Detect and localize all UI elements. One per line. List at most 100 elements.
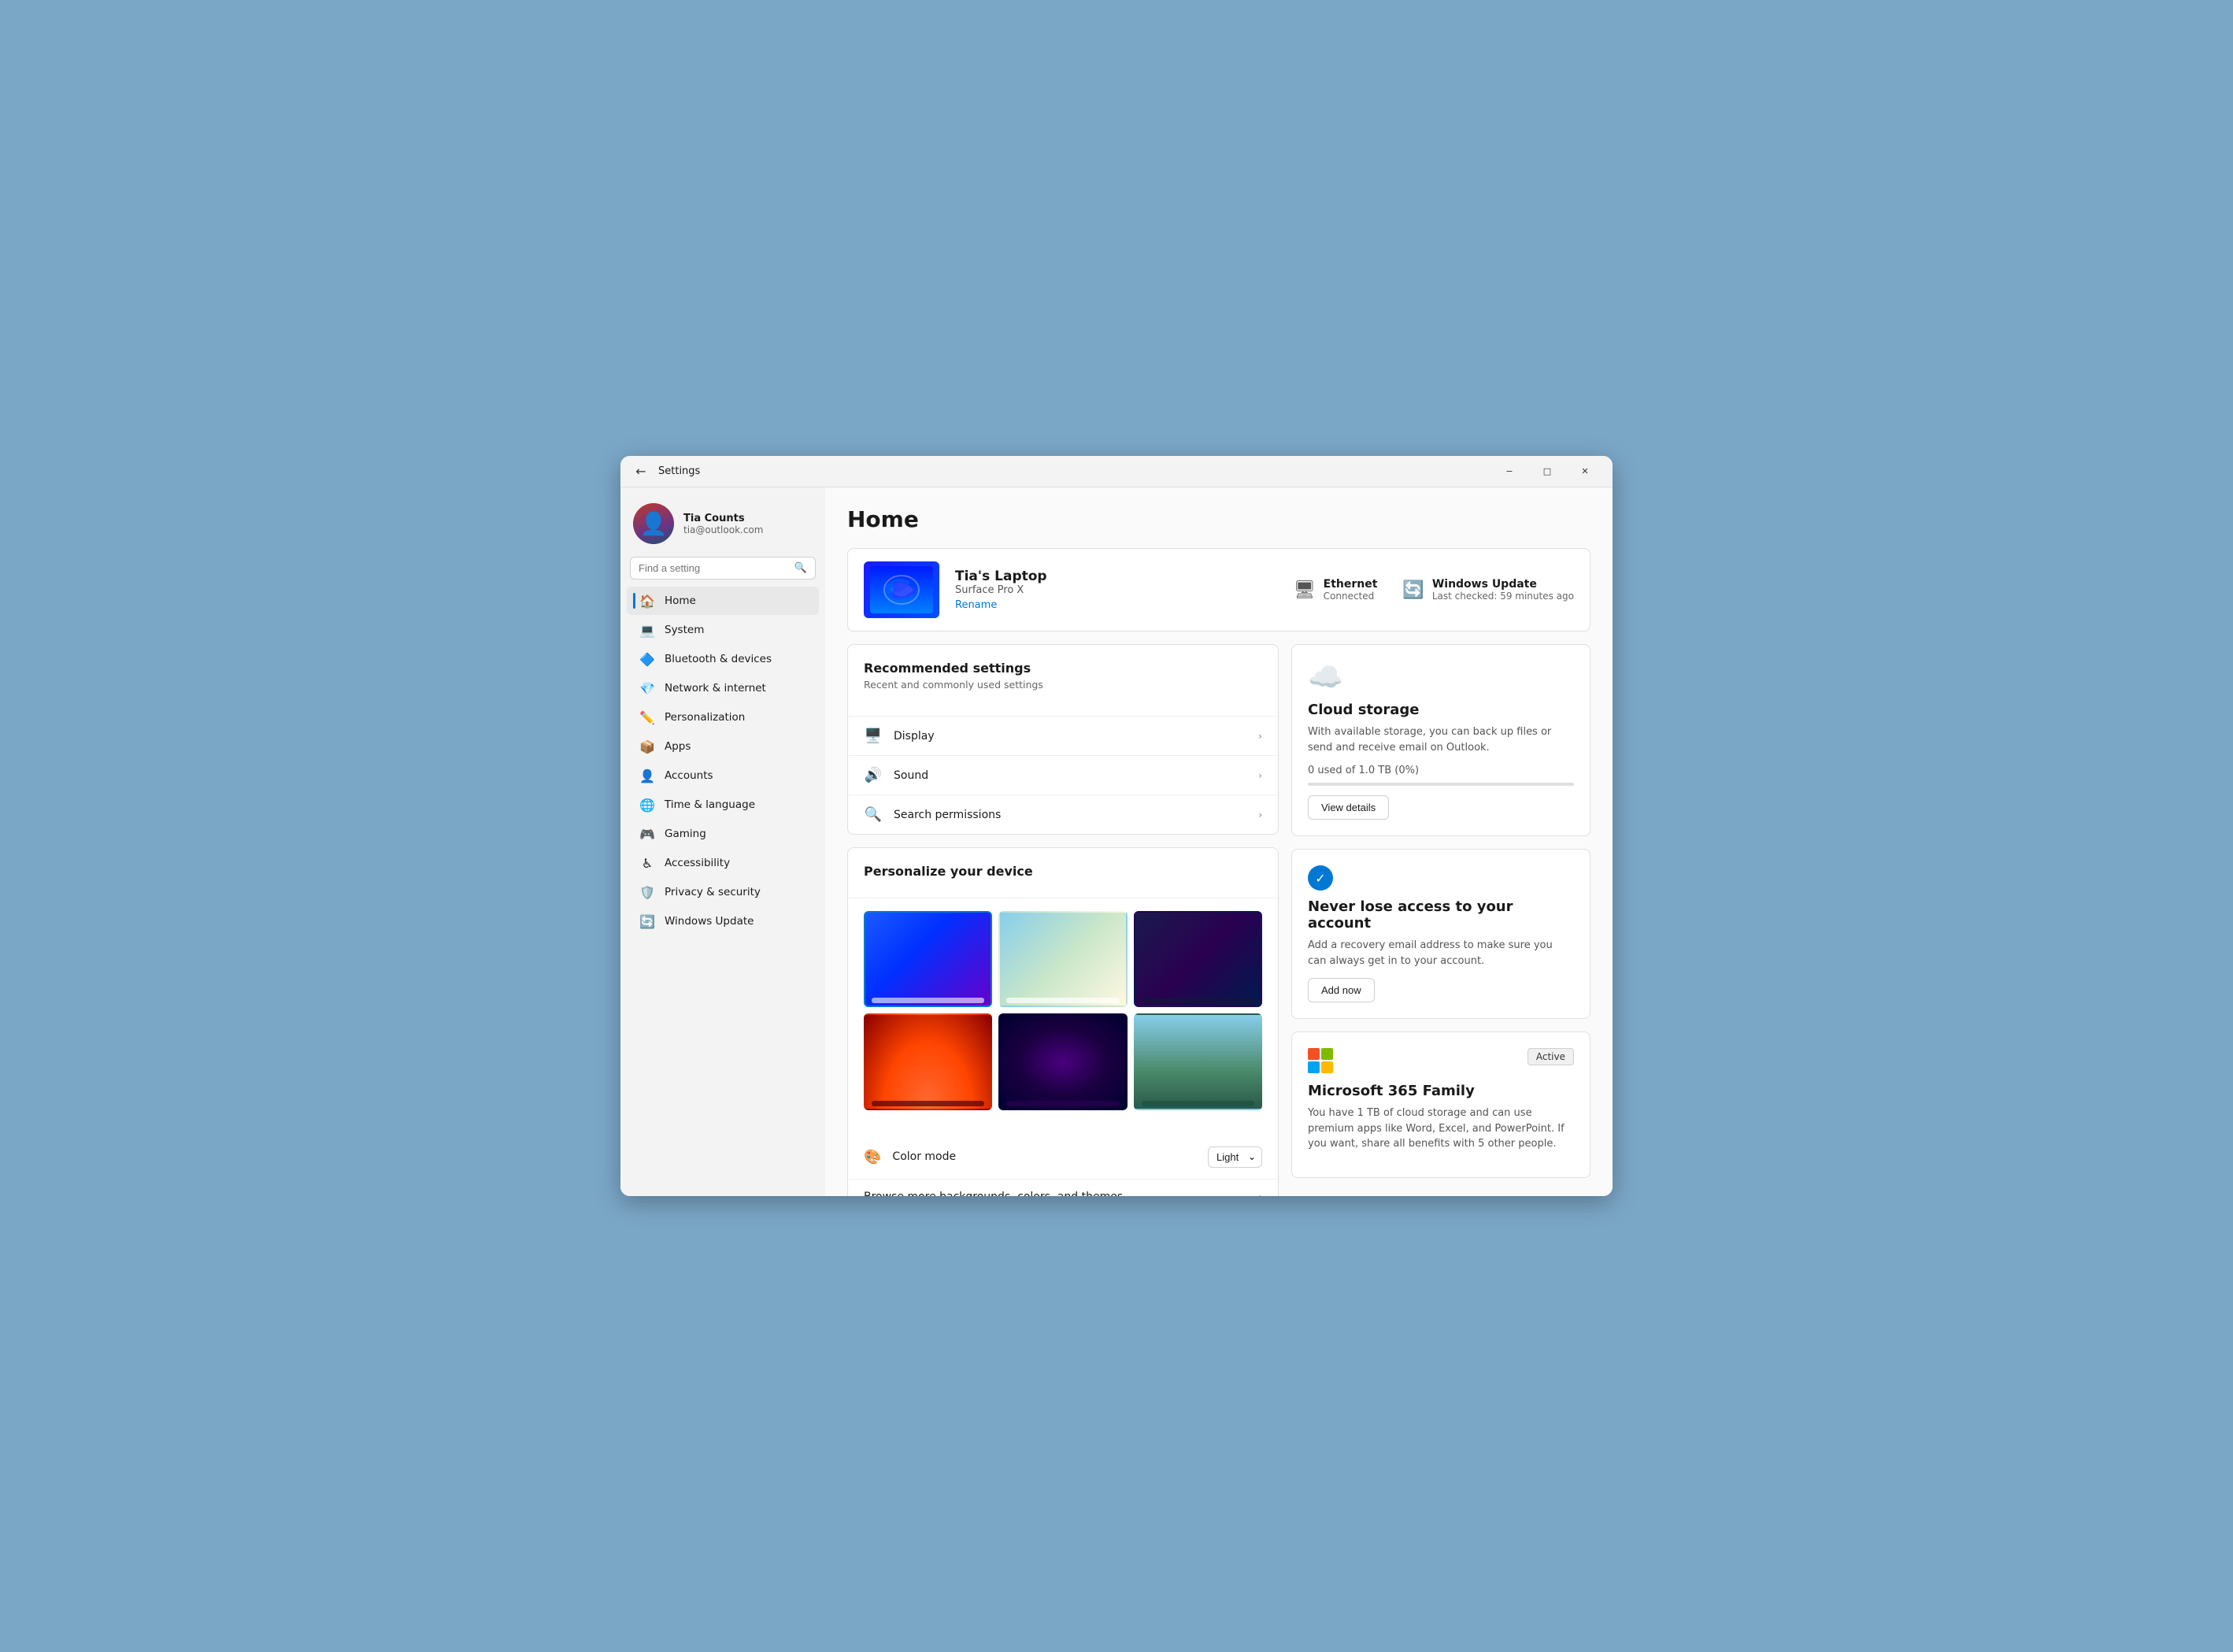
recommended-subtitle: Recent and commonly used settings — [864, 679, 1262, 691]
update-sublabel: Last checked: 59 minutes ago — [1432, 591, 1574, 602]
shield-icon: ✓ — [1308, 865, 1333, 891]
home-label: Home — [665, 594, 696, 607]
theme-item-2[interactable] — [998, 911, 1127, 1007]
account-security-description: Add a recovery email address to make sur… — [1308, 938, 1574, 969]
taskbar-indicator-5 — [1006, 1101, 1119, 1106]
system-icon: 💻 — [639, 622, 655, 638]
time-icon: 🌐 — [639, 797, 655, 813]
cloud-storage-card: ☁️ Cloud storage With available storage,… — [1291, 644, 1591, 836]
sidebar-item-time[interactable]: 🌐 Time & language — [627, 791, 819, 819]
windows-update-status[interactable]: 🔄 Windows Update Last checked: 59 minute… — [1402, 578, 1574, 602]
ethernet-status[interactable]: 🖥 Ethernet Connected — [1294, 578, 1378, 602]
ms-logo — [1308, 1048, 1333, 1073]
taskbar-indicator-6 — [1142, 1101, 1254, 1106]
personalization-icon: ✏️ — [639, 709, 655, 725]
bluetooth-label: Bluetooth & devices — [665, 653, 772, 665]
accessibility-label: Accessibility — [665, 857, 730, 869]
sidebar-item-update[interactable]: 🔄 Windows Update — [627, 907, 819, 935]
storage-usage: 0 used of 1.0 TB (0%) — [1308, 765, 1574, 776]
sidebar-item-gaming[interactable]: 🎮 Gaming — [627, 820, 819, 848]
personalize-title: Personalize your device — [864, 864, 1262, 879]
theme-item-5[interactable] — [998, 1013, 1127, 1109]
theme-item-4[interactable] — [864, 1013, 992, 1109]
taskbar-indicator-4 — [872, 1101, 984, 1106]
theme-item-6[interactable] — [1134, 1013, 1262, 1109]
nav-list: 🏠 Home 💻 System 🔷Bluetooth & devices 💎 Network… — [620, 586, 825, 936]
search-input[interactable] — [639, 562, 788, 574]
device-model: Surface Pro X — [955, 584, 1278, 596]
sound-setting-row[interactable]: 🔊 Sound › — [848, 756, 1278, 795]
ethernet-sublabel: Connected — [1324, 591, 1378, 602]
main-content: Home Tia's Laptop — [825, 487, 1613, 1196]
view-details-button[interactable]: View details — [1308, 795, 1389, 820]
theme-item-3[interactable] — [1134, 911, 1262, 1007]
minimize-button[interactable]: − — [1491, 459, 1528, 484]
sidebar-item-network[interactable]: 💎 Network & internet — [627, 674, 819, 702]
device-status: 🖥 Ethernet Connected 🔄 Windows Update La… — [1294, 578, 1574, 602]
color-mode-row[interactable]: 🎨 Color mode Light Dark — [848, 1135, 1278, 1180]
taskbar-indicator-3 — [1142, 998, 1254, 1003]
content-area: Tia Counts tia@outlook.com 🔍 🏠 Home 💻 Syste… — [620, 487, 1613, 1196]
maximize-button[interactable]: □ — [1529, 459, 1565, 484]
browse-chevron: › — [1258, 1191, 1262, 1196]
network-icon: 💎 — [639, 680, 655, 696]
recommended-header: Recommended settings Recent and commonly… — [848, 645, 1278, 717]
user-info: Tia Counts tia@outlook.com — [683, 513, 763, 535]
color-mode-icon: 🎨 — [864, 1149, 881, 1165]
user-profile[interactable]: Tia Counts tia@outlook.com — [620, 497, 825, 557]
color-mode-select-wrapper[interactable]: Light Dark — [1208, 1146, 1262, 1168]
user-name: Tia Counts — [683, 513, 763, 524]
cloud-description: With available storage, you can back up … — [1308, 724, 1574, 755]
theme-grid-wrapper — [848, 898, 1278, 1135]
sidebar-item-home[interactable]: 🏠 Home — [627, 587, 819, 615]
update-icon: 🔄 — [639, 913, 655, 929]
update-label: Windows Update — [1432, 578, 1574, 591]
update-label: Windows Update — [665, 915, 754, 928]
add-now-button[interactable]: Add now — [1308, 978, 1375, 1002]
sidebar-item-system[interactable]: 💻 System — [627, 616, 819, 644]
active-accent — [633, 593, 635, 609]
home-icon: 🏠 — [639, 593, 655, 609]
device-name: Tia's Laptop — [955, 569, 1278, 584]
personalization-label: Personalization — [665, 711, 745, 724]
sidebar-item-accounts[interactable]: 👤Accounts — [627, 761, 819, 790]
search-icon: 🔍 — [794, 562, 807, 574]
search-box[interactable]: 🔍 — [630, 557, 816, 580]
gaming-icon: 🎮 — [639, 826, 655, 842]
browse-themes-row[interactable]: Browse more backgrounds, colors, and the… — [848, 1180, 1278, 1196]
sound-chevron: › — [1258, 770, 1262, 781]
device-rename[interactable]: Rename — [955, 599, 1278, 611]
device-thumbnail — [864, 561, 939, 618]
user-email: tia@outlook.com — [683, 524, 763, 535]
close-button[interactable]: ✕ — [1567, 459, 1603, 484]
sidebar-item-bluetooth[interactable]: 🔷Bluetooth & devices — [627, 645, 819, 673]
taskbar-indicator-2 — [1006, 998, 1119, 1003]
update-icon: 🔄 — [1402, 580, 1424, 600]
sidebar-item-apps[interactable]: 📦Apps — [627, 732, 819, 761]
sidebar-item-privacy[interactable]: 🛡️Privacy & security — [627, 878, 819, 906]
ms365-description: You have 1 TB of cloud storage and can u… — [1308, 1106, 1574, 1152]
accessibility-icon: ♿ — [639, 855, 655, 871]
two-col-layout: Recommended settings Recent and commonly… — [847, 644, 1591, 1196]
gaming-label: Gaming — [665, 828, 706, 840]
apps-icon: 📦 — [639, 739, 655, 754]
page-title: Home — [847, 506, 1591, 532]
search-permissions-row[interactable]: 🔍 Search permissions › — [848, 795, 1278, 834]
network-label: Network & internet — [665, 682, 766, 695]
ethernet-label: Ethernet — [1324, 578, 1378, 591]
theme-item-1[interactable] — [864, 911, 992, 1007]
sidebar-item-accessibility[interactable]: ♿ Accessibility — [627, 849, 819, 877]
sidebar-item-personalization[interactable]: ✏️ Personalization — [627, 703, 819, 732]
back-button[interactable]: ← — [630, 461, 652, 483]
avatar — [633, 503, 674, 544]
theme-grid — [864, 911, 1262, 1110]
cloud-title: Cloud storage — [1308, 702, 1574, 718]
recommended-title: Recommended settings — [864, 661, 1262, 676]
color-mode-label: Color mode — [892, 1150, 1208, 1163]
search-permissions-label: Search permissions — [894, 809, 1258, 821]
cloud-icon: ☁️ — [1308, 661, 1574, 694]
display-setting-row[interactable]: 🖥️ Display › — [848, 717, 1278, 756]
time-label: Time & language — [665, 798, 755, 811]
color-mode-select[interactable]: Light Dark — [1208, 1146, 1262, 1168]
system-label: System — [665, 624, 704, 636]
